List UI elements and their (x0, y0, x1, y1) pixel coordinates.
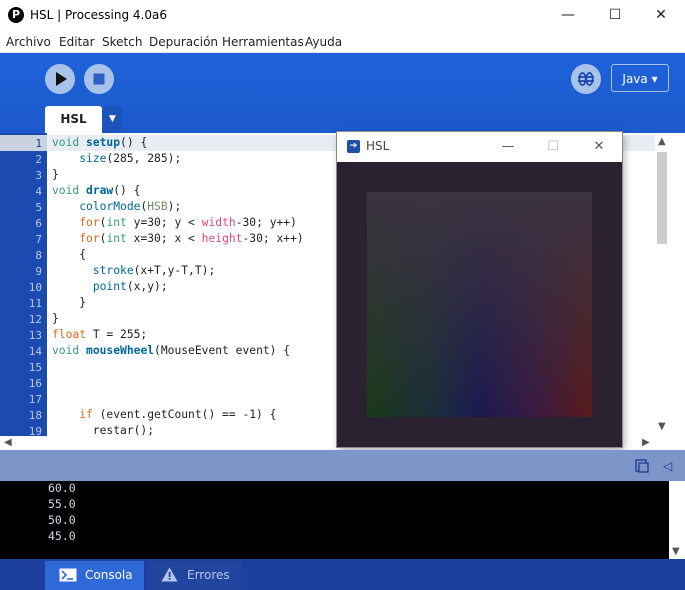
code-line[interactable]: } (52, 296, 86, 309)
stop-button[interactable] (84, 64, 114, 94)
menu-herramientas[interactable]: Herramientas (222, 35, 304, 49)
sketch-close-button[interactable]: ✕ (579, 132, 619, 162)
tab-hsl[interactable]: HSL (45, 106, 102, 133)
menu-editar[interactable]: Editar (59, 35, 95, 49)
code-line[interactable]: float T = 255; (52, 328, 147, 341)
scroll-left-arrow-icon[interactable]: ◀ (4, 437, 12, 448)
scroll-up-arrow-icon[interactable]: ▲ (658, 136, 666, 147)
code-line[interactable]: colorMode(HSB); (52, 200, 181, 213)
console-line: 45.0 (48, 529, 76, 543)
code-line[interactable]: } (52, 312, 59, 325)
minimize-button[interactable]: — (545, 0, 591, 31)
code-line[interactable]: } (52, 168, 59, 181)
run-button[interactable] (45, 64, 75, 94)
close-button[interactable]: ✕ (638, 0, 684, 31)
menu-ayuda[interactable]: Ayuda (305, 35, 342, 49)
code-line[interactable]: for(int x=30; x < height-30; x++) (52, 232, 303, 245)
copy-console-icon[interactable] (634, 458, 650, 474)
hsb-gradient-overlay (367, 192, 592, 417)
line-number: 2 (35, 153, 42, 166)
line-number: 6 (35, 217, 42, 230)
line-number: 12 (28, 313, 42, 326)
code-line[interactable]: point(x,y); (52, 280, 168, 293)
line-number: 16 (28, 377, 42, 390)
line-number: 5 (35, 201, 42, 214)
play-icon (56, 72, 67, 86)
code-line[interactable]: stroke(x+T,y-T,T); (52, 264, 215, 277)
mode-selector[interactable]: Java ▾ (611, 64, 669, 92)
tab-errors[interactable]: Errores (147, 561, 241, 590)
console-line: 55.0 (48, 497, 76, 511)
console-output (0, 481, 669, 559)
console-scroll-down-icon[interactable]: ▼ (672, 546, 680, 557)
menu-sketch[interactable]: Sketch (102, 35, 142, 49)
warning-icon (161, 567, 178, 582)
menu-archivo[interactable]: Archivo (6, 35, 51, 49)
scroll-right-arrow-icon[interactable]: ▶ (642, 437, 650, 448)
console-line: 50.0 (48, 513, 76, 527)
collapse-console-icon[interactable]: ◁ (663, 459, 672, 473)
line-number: 15 (28, 361, 42, 374)
tab-menu-button[interactable]: ▼ (103, 106, 122, 133)
tab-errors-label: Errores (187, 568, 230, 582)
debug-button[interactable] (571, 64, 601, 94)
line-number: 1 (35, 137, 42, 150)
line-number: 10 (28, 281, 42, 294)
debug-icon (578, 72, 594, 86)
code-line[interactable]: for(int y=30; y < width-30; y++) (52, 216, 297, 229)
sketch-minimize-button[interactable]: — (488, 132, 528, 162)
sketch-window-icon: ➔ (347, 140, 360, 153)
line-number: 14 (28, 345, 42, 358)
line-number: 7 (35, 233, 42, 246)
code-line[interactable]: size(285, 285); (52, 152, 181, 165)
code-line[interactable]: void mouseWheel(MouseEvent event) { (52, 344, 290, 357)
line-number: 13 (28, 329, 42, 342)
line-number: 11 (28, 297, 42, 310)
console-header (0, 450, 685, 481)
console-line: 60.0 (48, 481, 76, 495)
menu-depuracion[interactable]: Depuración (149, 35, 218, 49)
line-number: 8 (35, 249, 42, 262)
code-line[interactable]: void setup() { (52, 136, 147, 149)
line-number: 17 (28, 393, 42, 406)
tab-console[interactable]: Consola (45, 561, 144, 590)
line-number: 18 (28, 409, 42, 422)
code-line[interactable]: if (event.getCount() == -1) { (52, 408, 276, 421)
tab-console-label: Consola (85, 568, 133, 582)
line-number: 9 (35, 265, 42, 278)
maximize-button[interactable]: ☐ (592, 0, 638, 31)
code-line[interactable]: { (52, 248, 86, 261)
line-number: 3 (35, 169, 42, 182)
sketch-window-title: HSL (366, 139, 390, 153)
window-title: HSL | Processing 4.0a6 (30, 8, 167, 22)
scroll-down-arrow-icon[interactable]: ▼ (658, 421, 666, 432)
editor-scroll-thumb[interactable] (657, 152, 667, 244)
sketch-maximize-button[interactable]: ☐ (533, 132, 573, 162)
code-line[interactable]: void draw() { (52, 184, 140, 197)
console-icon (59, 568, 77, 582)
line-number: 4 (35, 185, 42, 198)
stop-icon (93, 73, 105, 85)
processing-logo-icon: P (8, 7, 24, 23)
